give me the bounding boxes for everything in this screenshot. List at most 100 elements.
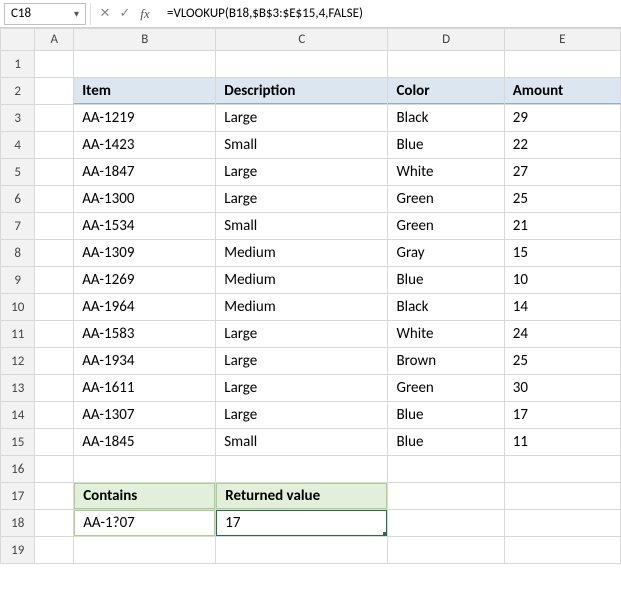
cell[interactable]: 24 — [504, 321, 620, 348]
confirm-icon[interactable]: ✓ — [117, 6, 133, 21]
cell[interactable]: Black — [388, 294, 504, 321]
col-header-B[interactable]: B — [74, 29, 216, 51]
row-header[interactable]: 2 — [1, 78, 35, 105]
cell[interactable]: 29 — [504, 105, 620, 132]
cell[interactable] — [35, 78, 74, 105]
cell[interactable]: AA-1611 — [74, 375, 216, 402]
cell[interactable]: AA-1534 — [74, 213, 216, 240]
cell[interactable]: 27 — [504, 159, 620, 186]
lookup-result-cell[interactable]: 17 — [216, 510, 388, 537]
cell[interactable] — [35, 537, 74, 564]
cell[interactable]: Medium — [216, 240, 388, 267]
cell[interactable] — [388, 456, 504, 483]
cell[interactable]: AA-1219 — [74, 105, 216, 132]
cell[interactable]: Small — [216, 132, 388, 159]
cell[interactable]: 30 — [504, 375, 620, 402]
cell[interactable] — [388, 510, 504, 537]
select-all-corner[interactable] — [1, 29, 35, 51]
cell[interactable] — [35, 105, 74, 132]
cell[interactable]: White — [388, 159, 504, 186]
cell[interactable]: 14 — [504, 294, 620, 321]
cell[interactable] — [388, 537, 504, 564]
table-header-item[interactable]: Item — [74, 78, 216, 105]
cell[interactable] — [35, 456, 74, 483]
cell[interactable]: Small — [216, 429, 388, 456]
col-header-A[interactable]: A — [35, 29, 74, 51]
cell[interactable]: Large — [216, 321, 388, 348]
cell[interactable]: 25 — [504, 348, 620, 375]
cell[interactable] — [388, 483, 504, 510]
cell[interactable] — [504, 510, 620, 537]
row-header[interactable]: 3 — [1, 105, 35, 132]
cell[interactable] — [504, 456, 620, 483]
row-header[interactable]: 13 — [1, 375, 35, 402]
cell[interactable]: AA-1845 — [74, 429, 216, 456]
cell[interactable]: Green — [388, 375, 504, 402]
cell[interactable]: Large — [216, 375, 388, 402]
cell[interactable]: AA-1269 — [74, 267, 216, 294]
cell[interactable]: 10 — [504, 267, 620, 294]
cell[interactable] — [216, 51, 388, 78]
row-header[interactable]: 9 — [1, 267, 35, 294]
col-header-C[interactable]: C — [216, 29, 388, 51]
row-header[interactable]: 8 — [1, 240, 35, 267]
table-header-description[interactable]: Description — [216, 78, 388, 105]
cell[interactable]: Blue — [388, 267, 504, 294]
row-header[interactable]: 12 — [1, 348, 35, 375]
col-header-E[interactable]: E — [504, 29, 620, 51]
cell[interactable] — [504, 537, 620, 564]
cell[interactable] — [35, 429, 74, 456]
lookup-header-returned[interactable]: Returned value — [216, 483, 388, 510]
cell[interactable]: Brown — [388, 348, 504, 375]
cell[interactable] — [74, 537, 216, 564]
cell[interactable]: Blue — [388, 429, 504, 456]
cell[interactable] — [388, 51, 504, 78]
formula-input[interactable] — [163, 3, 617, 25]
row-header[interactable]: 11 — [1, 321, 35, 348]
cell[interactable] — [35, 483, 74, 510]
cell[interactable] — [35, 132, 74, 159]
cell[interactable] — [35, 402, 74, 429]
cell[interactable]: Green — [388, 186, 504, 213]
cell[interactable] — [35, 159, 74, 186]
row-header[interactable]: 14 — [1, 402, 35, 429]
cell[interactable] — [74, 456, 216, 483]
cell[interactable]: Black — [388, 105, 504, 132]
cell[interactable] — [35, 321, 74, 348]
name-box[interactable]: C18 ▾ — [4, 3, 86, 25]
row-header[interactable]: 10 — [1, 294, 35, 321]
cell[interactable]: AA-1934 — [74, 348, 216, 375]
cell[interactable] — [35, 51, 74, 78]
cell[interactable]: Small — [216, 213, 388, 240]
cell[interactable]: 17 — [504, 402, 620, 429]
row-header[interactable]: 5 — [1, 159, 35, 186]
col-header-D[interactable]: D — [388, 29, 504, 51]
table-header-color[interactable]: Color — [388, 78, 504, 105]
chevron-down-icon[interactable]: ▾ — [74, 7, 79, 20]
cell[interactable] — [35, 348, 74, 375]
cell[interactable] — [35, 267, 74, 294]
cell[interactable]: AA-1583 — [74, 321, 216, 348]
cell[interactable]: Gray — [388, 240, 504, 267]
cell[interactable]: Green — [388, 213, 504, 240]
cell[interactable]: Medium — [216, 294, 388, 321]
cell[interactable]: 22 — [504, 132, 620, 159]
cell[interactable]: 15 — [504, 240, 620, 267]
cell[interactable]: Large — [216, 402, 388, 429]
cell[interactable] — [504, 51, 620, 78]
cell[interactable]: 11 — [504, 429, 620, 456]
row-header[interactable]: 15 — [1, 429, 35, 456]
spreadsheet-grid[interactable]: A B C D E 1 2 Item Description Colo — [0, 28, 621, 564]
cell[interactable]: 21 — [504, 213, 620, 240]
cell[interactable]: White — [388, 321, 504, 348]
cell[interactable] — [216, 537, 388, 564]
cell[interactable]: AA-1964 — [74, 294, 216, 321]
row-header[interactable]: 16 — [1, 456, 35, 483]
cell[interactable] — [35, 240, 74, 267]
cell[interactable]: Medium — [216, 267, 388, 294]
cell[interactable] — [504, 483, 620, 510]
lookup-input-cell[interactable]: AA-1?07 — [74, 510, 216, 537]
cell[interactable] — [35, 510, 74, 537]
cell[interactable]: AA-1300 — [74, 186, 216, 213]
row-header[interactable]: 7 — [1, 213, 35, 240]
